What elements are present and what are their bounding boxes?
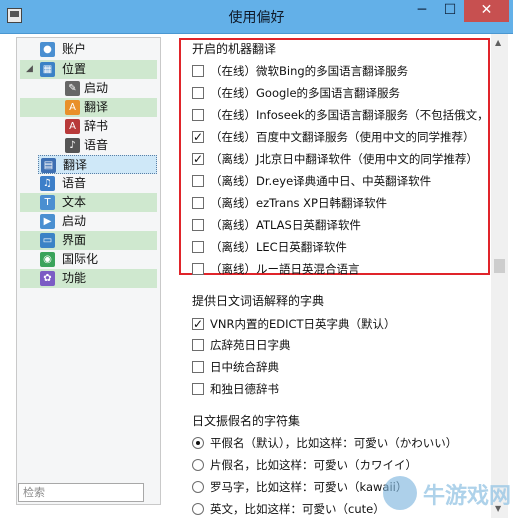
sidebar-item-text[interactable]: T 文本 (20, 193, 157, 212)
radio[interactable] (192, 481, 204, 493)
option-label: （在线）微软Bing的多国语言翻译服务 (210, 64, 409, 78)
option-label: （在线）Infoseek的多国语言翻译服务（不包括俄文， (210, 108, 489, 122)
option-label: （离线）ルー語日英混合语言 (210, 262, 360, 276)
puzzle-icon: ✿ (40, 271, 55, 286)
translate-icon: ▤ (41, 158, 56, 173)
sidebar-item-label: 语音 (62, 176, 87, 190)
option-label: （离线）ezTrans XP日韩翻译软件 (210, 196, 387, 210)
checkbox-checked[interactable] (192, 128, 204, 146)
sidebar-item-location-dictionary[interactable]: A 辞书 (20, 117, 157, 136)
option-label: 英文，比如这样：可愛い（cute） (210, 502, 385, 516)
search-input[interactable] (18, 483, 144, 502)
checkbox-checked[interactable] (192, 315, 204, 333)
vertical-scrollbar[interactable]: ▲ ▼ (491, 34, 508, 518)
sidebar-item-label: 启动 (84, 81, 109, 95)
checkbox[interactable] (192, 109, 204, 121)
sidebar-item-label: 翻译 (84, 100, 109, 114)
watermark-logo-icon (383, 476, 417, 510)
sidebar-item-i18n[interactable]: ◉ 国际化 (20, 250, 157, 269)
option-label: 和独日德辞书 (210, 382, 279, 396)
sidebar-item-label: 界面 (62, 233, 87, 247)
checkbox[interactable] (192, 197, 204, 209)
option-label: 平假名（默认），比如这样：可愛い（かわいい） (210, 436, 458, 450)
option-label: （在线）Google的多国语言翻译服务 (210, 86, 401, 100)
window-icon: ▭ (40, 233, 55, 248)
radio-selected[interactable] (192, 437, 204, 449)
sidebar-item-label: 语音 (84, 138, 109, 152)
sidebar-item-label: 位置 (62, 62, 87, 76)
sidebar-item-account[interactable]: ● 账户 (20, 40, 157, 59)
radio[interactable] (192, 503, 204, 515)
option-label: （离线）ATLAS日英翻译软件 (210, 218, 361, 232)
checkbox[interactable] (192, 65, 204, 77)
person-icon: ● (40, 42, 55, 57)
checkbox[interactable] (192, 361, 204, 373)
watermark-text: 牛游戏网 (423, 484, 512, 509)
sidebar-item-location-voice[interactable]: ♪ 语音 (20, 136, 157, 155)
sidebar-item-voice[interactable]: ♫ 语音 (20, 174, 157, 193)
checkbox[interactable] (192, 241, 204, 253)
translate-icon: A (65, 100, 80, 115)
sidebar-item-location-launch[interactable]: ✎ 启动 (20, 79, 157, 98)
sidebar-item-label: 账户 (62, 42, 87, 56)
scroll-up-icon[interactable]: ▲ (495, 38, 501, 47)
book-icon: A (65, 119, 80, 134)
sidebar-item-label: 翻译 (63, 158, 88, 172)
sidebar-item-label: 启动 (62, 214, 87, 228)
launch-icon: ▶ (40, 214, 55, 229)
watermark: 牛游戏网 (383, 470, 513, 518)
sidebar-item-location[interactable]: ◢ ▦ 位置 (20, 60, 157, 79)
sidebar-item-features[interactable]: ✿ 功能 (20, 269, 157, 288)
sidebar-item-label: 文本 (62, 195, 87, 209)
sidebar-item-launch[interactable]: ▶ 启动 (20, 212, 157, 231)
checkbox[interactable] (192, 339, 204, 351)
section-title-dictionaries: 提供日文词语解释的字典 (192, 294, 325, 308)
scroll-thumb[interactable] (494, 259, 505, 273)
sidebar-item-label: 国际化 (62, 252, 99, 266)
sidebar-item-label: 辞书 (84, 119, 109, 133)
globe-icon: ◉ (40, 252, 55, 267)
option-label: （离线）Dr.eye译典通中日、中英翻译软件 (210, 174, 432, 188)
option-label: 広辞苑日日字典 (210, 338, 291, 352)
sidebar-item-interface[interactable]: ▭ 界面 (20, 231, 157, 250)
preferences-window: 使用偏好 ─ ☐ ✕ ● 账户 ◢ ▦ 位置 ✎ 启动 A 翻译 A 辞书 ♪ … (0, 0, 513, 518)
checkbox-checked[interactable] (192, 150, 204, 168)
radio[interactable] (192, 459, 204, 471)
option-label: （离线）LEC日英翻译软件 (210, 240, 347, 254)
title-bar[interactable]: 使用偏好 ─ ☐ ✕ (0, 0, 513, 34)
checkbox[interactable] (192, 263, 204, 275)
maximize-button[interactable]: ☐ (436, 0, 464, 22)
option-label: 日中统合辞典 (210, 360, 279, 374)
option-label: （离线）J北京日中翻译软件（使用中文的同学推荐） (210, 152, 478, 166)
checkbox[interactable] (192, 383, 204, 395)
text-icon: T (40, 195, 55, 210)
option-label: VNR内置的EDICT日英字典（默认） (210, 317, 396, 331)
expand-arrow-icon[interactable]: ◢ (26, 60, 33, 79)
option-label: （在线）百度中文翻译服务（使用中文的同学推荐） (210, 130, 475, 144)
pin-icon: ✎ (65, 81, 80, 96)
speaker-icon: ♪ (65, 138, 80, 153)
checkbox[interactable] (192, 219, 204, 231)
checkbox[interactable] (192, 87, 204, 99)
option-label: 罗马字，比如这样：可愛い（kawaii） (210, 480, 408, 494)
sidebar-item-location-translate[interactable]: A 翻译 (20, 98, 157, 117)
checkbox[interactable] (192, 175, 204, 187)
sidebar-item-label: 功能 (62, 271, 87, 285)
close-button[interactable]: ✕ (464, 0, 509, 22)
section-title-kana: 日文振假名的字符集 (192, 414, 301, 428)
section-title-translators: 开启的机器翻译 (192, 42, 277, 56)
building-icon: ▦ (40, 62, 55, 77)
sidebar-item-translate[interactable]: ▤ 翻译 (38, 155, 157, 174)
music-icon: ♫ (40, 176, 55, 191)
minimize-button[interactable]: ─ (408, 0, 436, 22)
